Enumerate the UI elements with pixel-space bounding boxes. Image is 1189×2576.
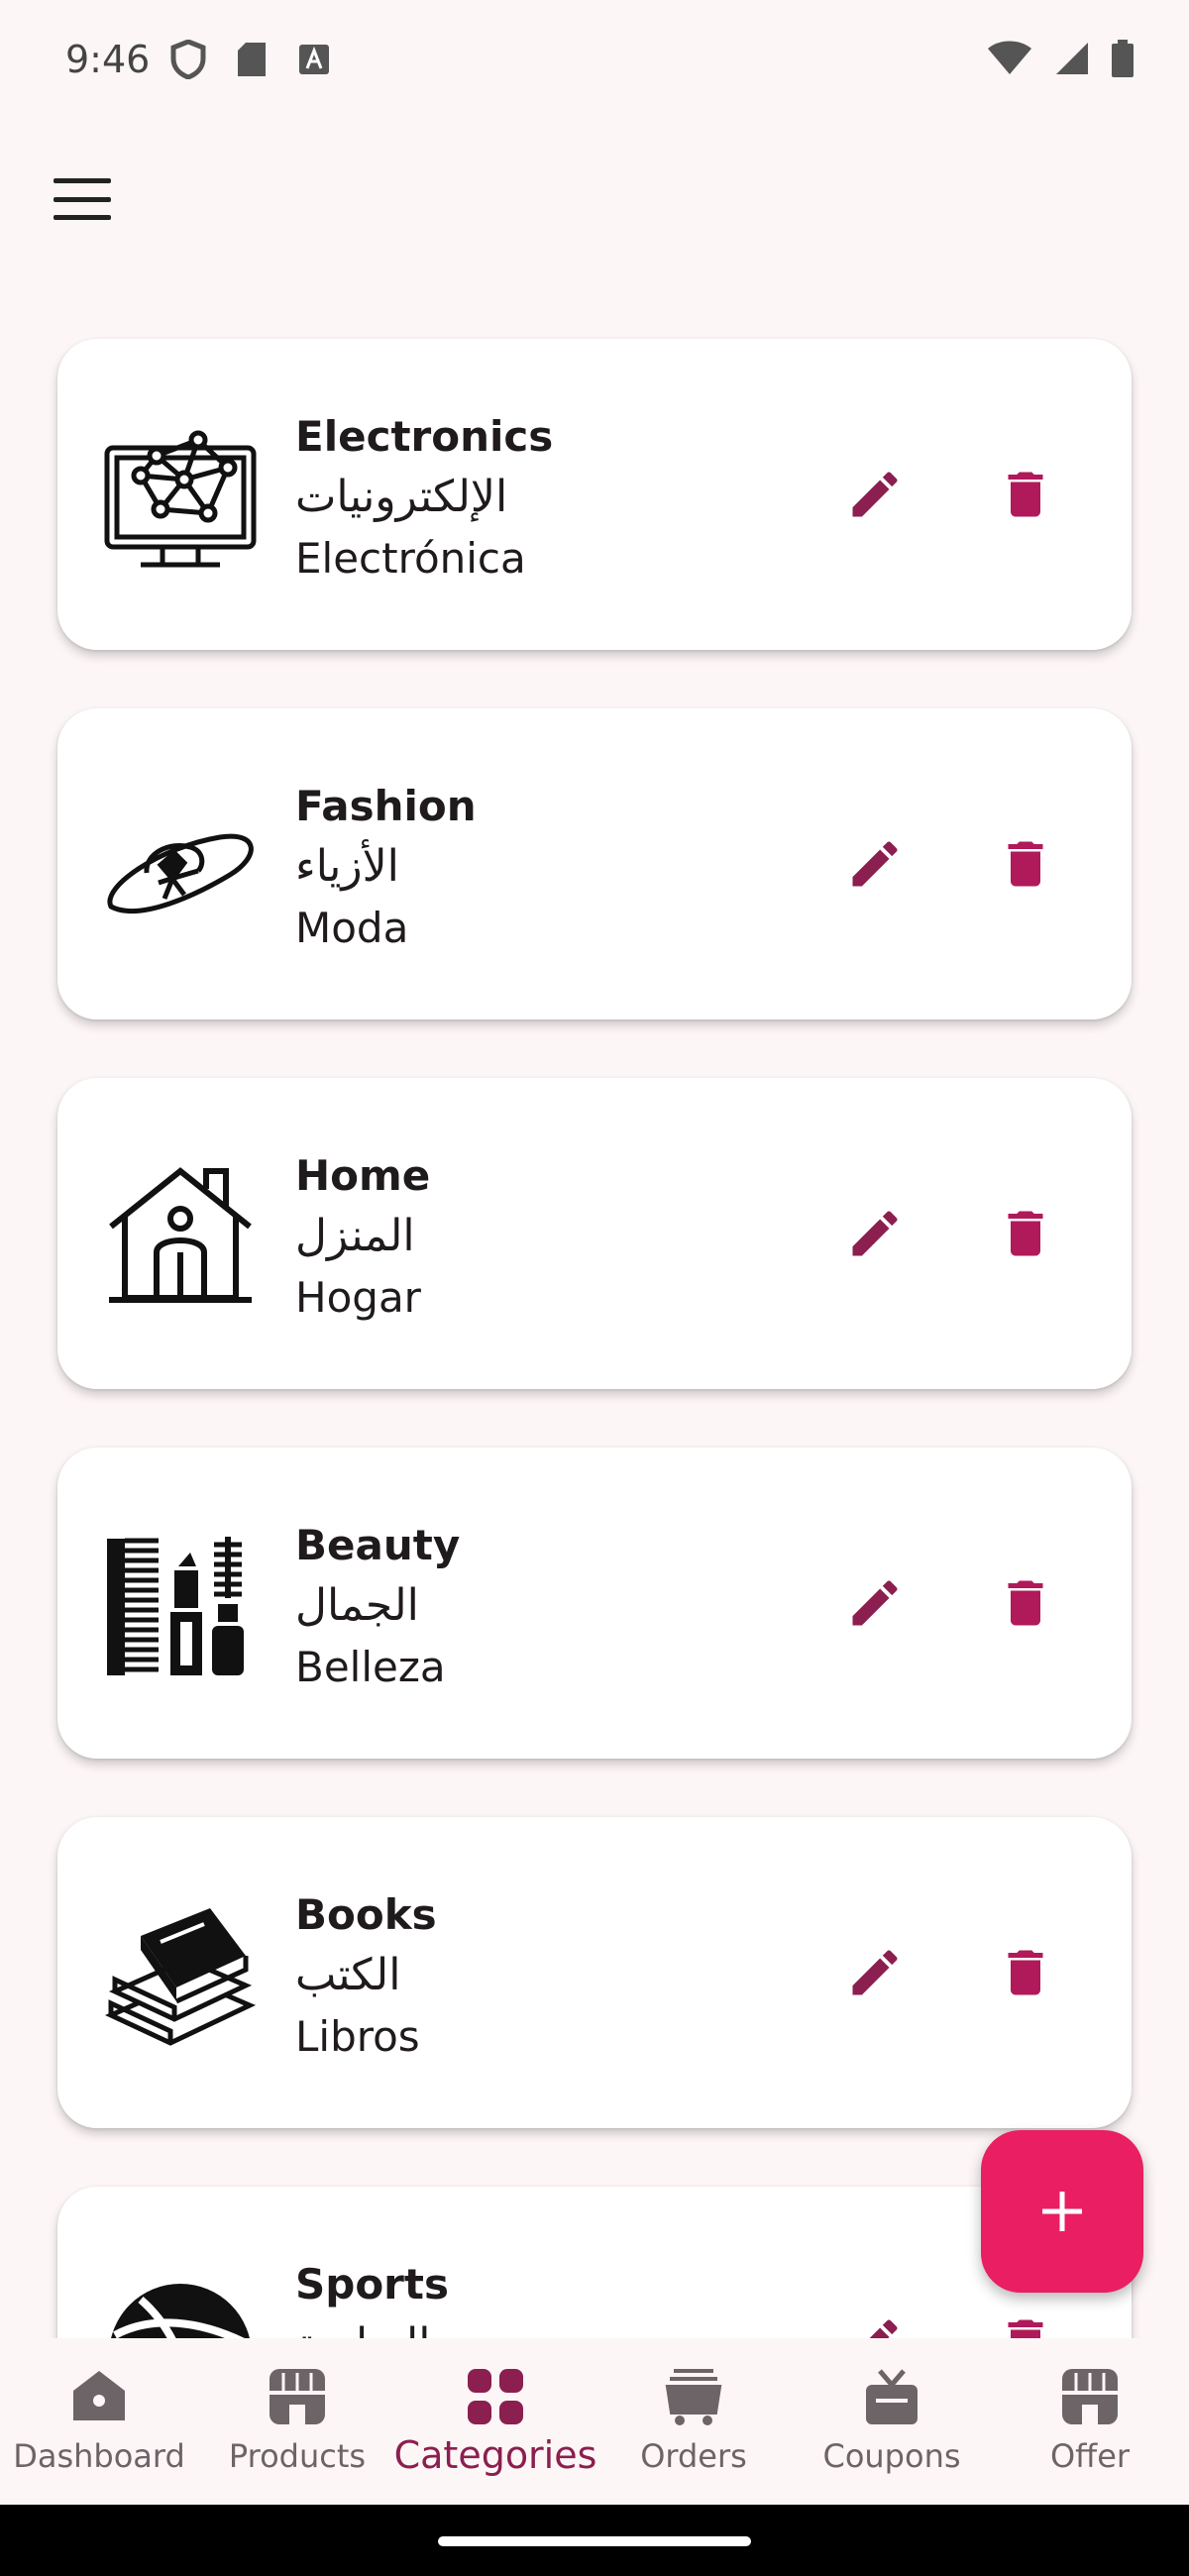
pencil-icon bbox=[852, 1580, 898, 1626]
trash-icon bbox=[1008, 1580, 1043, 1626]
grid-icon bbox=[461, 2362, 530, 2431]
category-list[interactable]: Electronics الإلكترونيات Electrónica Fas… bbox=[0, 0, 1189, 2338]
category-name-es: Belleza bbox=[295, 1643, 446, 1691]
category-name-es: Moda bbox=[295, 904, 409, 952]
bottom-navigation: Dashboard Products Categories Orders Cou… bbox=[0, 2338, 1189, 2505]
category-name-en: Fashion bbox=[295, 782, 477, 830]
edit-button[interactable] bbox=[830, 1558, 919, 1648]
pencil-icon bbox=[852, 841, 898, 887]
beauty-tools-icon bbox=[101, 1527, 260, 1685]
cart-icon bbox=[659, 2362, 728, 2431]
category-card[interactable]: Fashion الأزياء Moda bbox=[57, 708, 1132, 1020]
category-name-es: Hogar bbox=[295, 1273, 421, 1322]
nav-item-dashboard[interactable]: Dashboard bbox=[0, 2338, 198, 2505]
category-name-es: Libros bbox=[295, 2012, 420, 2061]
trash-icon bbox=[1008, 1211, 1043, 1256]
ball-icon bbox=[101, 2266, 260, 2338]
category-name-ar: الرياضة bbox=[295, 2313, 449, 2338]
nav-label: Coupons bbox=[822, 2437, 961, 2475]
nav-item-products[interactable]: Products bbox=[198, 2338, 396, 2505]
category-name-en: Beauty bbox=[295, 1521, 461, 1569]
nav-label: Products bbox=[228, 2437, 367, 2475]
computer-network-icon bbox=[101, 418, 260, 577]
category-names: Beauty الجمال Belleza bbox=[295, 1517, 460, 1697]
delete-button[interactable] bbox=[981, 1558, 1070, 1648]
delete-button[interactable] bbox=[981, 2298, 1070, 2338]
category-name-ar: الكتب bbox=[295, 1950, 401, 2000]
edit-button[interactable] bbox=[830, 2298, 919, 2338]
category-names: Electronics الإلكترونيات Electrónica bbox=[295, 408, 553, 589]
nav-label: Orders bbox=[640, 2437, 747, 2475]
category-name-en: Home bbox=[295, 1151, 431, 1200]
trash-icon bbox=[1008, 472, 1043, 517]
dashboard-icon bbox=[64, 2362, 134, 2431]
category-name-ar: الإلكترونيات bbox=[295, 472, 508, 522]
nav-label: Dashboard bbox=[13, 2437, 185, 2475]
pencil-icon bbox=[852, 472, 898, 517]
delete-button[interactable] bbox=[981, 1189, 1070, 1278]
category-name-en: Books bbox=[295, 1890, 437, 1939]
category-names: Fashion الأزياء Moda bbox=[295, 778, 477, 958]
delete-button[interactable] bbox=[981, 819, 1070, 909]
house-icon bbox=[101, 1157, 260, 1316]
pencil-icon bbox=[869, 2319, 898, 2338]
category-card[interactable]: Books الكتب Libros bbox=[57, 1817, 1132, 2128]
category-name-en: Electronics bbox=[295, 412, 554, 461]
delete-button[interactable] bbox=[981, 1928, 1070, 2017]
nav-label: Categories bbox=[393, 2433, 597, 2477]
nav-item-offer[interactable]: Offer bbox=[991, 2338, 1189, 2505]
pencil-icon bbox=[852, 1211, 898, 1256]
hat-icon bbox=[101, 788, 260, 946]
edit-button[interactable] bbox=[830, 1928, 919, 2017]
category-card[interactable]: Electronics الإلكترونيات Electrónica bbox=[57, 339, 1132, 650]
edit-button[interactable] bbox=[830, 819, 919, 909]
store-icon bbox=[1055, 2362, 1125, 2431]
books-icon bbox=[101, 1896, 260, 2055]
nav-label: Offer bbox=[1049, 2437, 1131, 2475]
add-category-button[interactable] bbox=[981, 2130, 1143, 2293]
nav-item-categories[interactable]: Categories bbox=[393, 2338, 597, 2505]
gift-icon bbox=[857, 2362, 926, 2431]
nav-item-orders[interactable]: Orders bbox=[594, 2338, 793, 2505]
category-card[interactable]: Beauty الجمال Belleza bbox=[57, 1448, 1132, 1759]
plus-icon bbox=[1042, 2192, 1082, 2231]
edit-button[interactable] bbox=[830, 450, 919, 539]
nav-item-coupons[interactable]: Coupons bbox=[793, 2338, 991, 2505]
trash-icon bbox=[1008, 1950, 1043, 1995]
category-names: Sports الرياضة bbox=[295, 2256, 449, 2338]
home-gesture-bar[interactable] bbox=[438, 2536, 751, 2546]
pencil-icon bbox=[852, 1950, 898, 1995]
category-card[interactable]: Sports الرياضة bbox=[57, 2187, 1132, 2338]
trash-icon bbox=[1008, 2319, 1043, 2338]
edit-button[interactable] bbox=[830, 1189, 919, 1278]
trash-icon bbox=[1008, 841, 1043, 887]
category-name-ar: الجمال bbox=[295, 1580, 419, 1631]
category-name-en: Sports bbox=[295, 2260, 449, 2308]
category-name-es: Electrónica bbox=[295, 534, 526, 583]
category-name-ar: المنزل bbox=[295, 1211, 415, 1261]
category-card[interactable]: Home المنزل Hogar bbox=[57, 1078, 1132, 1389]
category-names: Home المنزل Hogar bbox=[295, 1147, 430, 1328]
delete-button[interactable] bbox=[981, 450, 1070, 539]
category-name-ar: الأزياء bbox=[295, 841, 399, 892]
store-icon bbox=[263, 2362, 332, 2431]
category-names: Books الكتب Libros bbox=[295, 1886, 437, 2067]
